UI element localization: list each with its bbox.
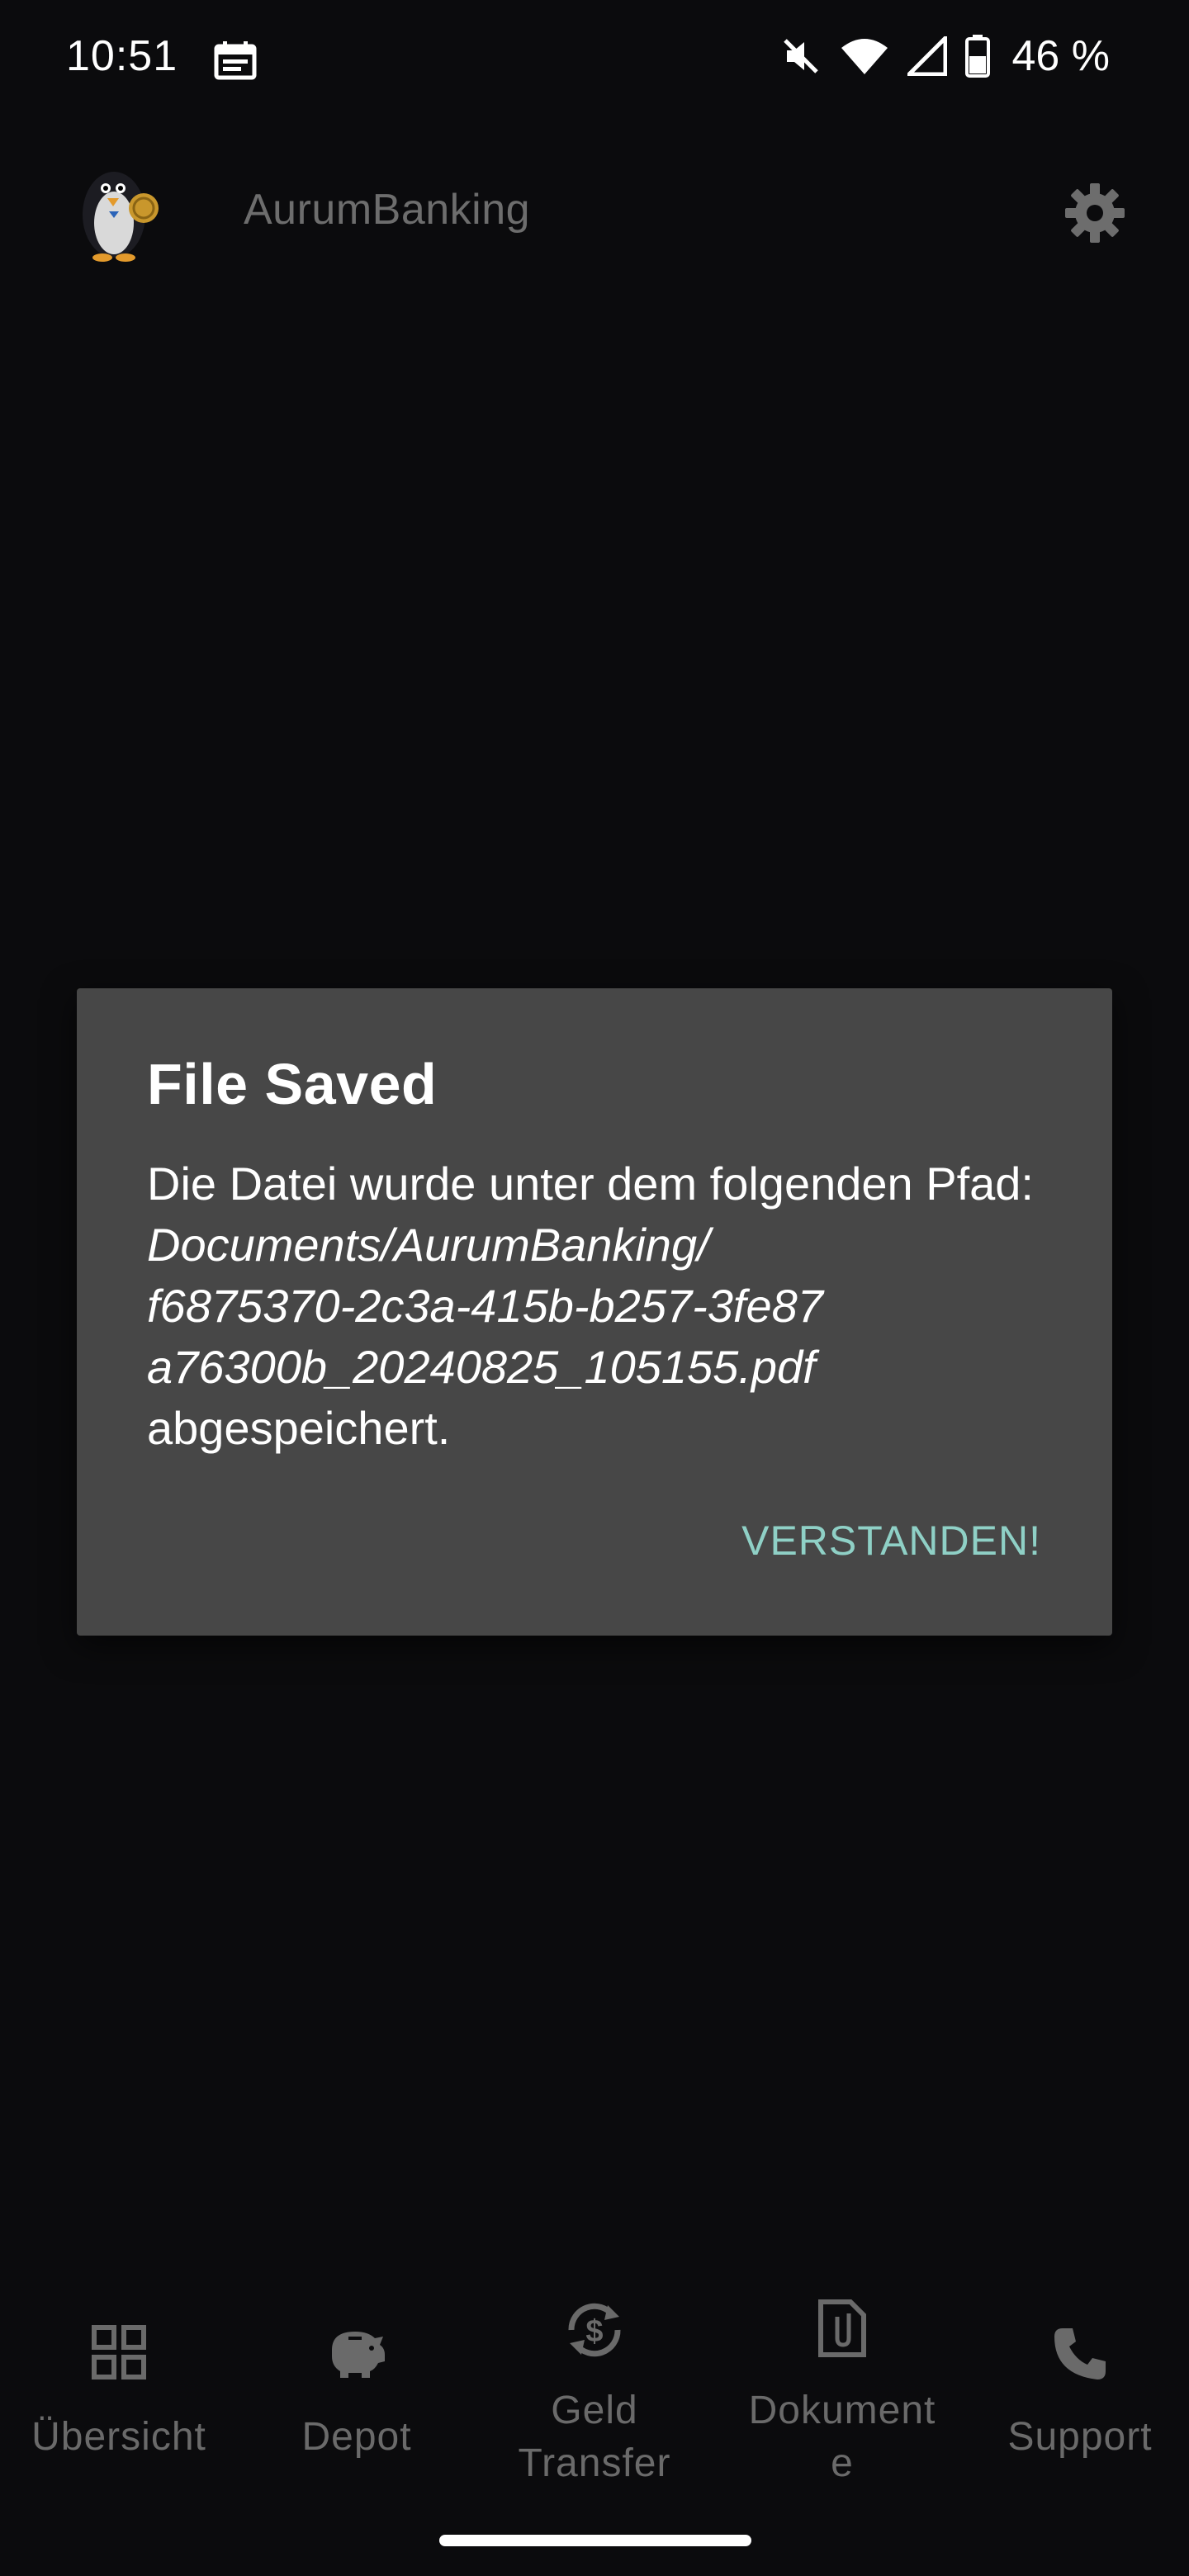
nav-label-uebersicht: Übersicht — [31, 2415, 206, 2459]
dialog-message: Die Datei wurde unter dem folgenden Pfad… — [147, 1153, 1055, 1459]
file-saved-dialog: File Saved Die Datei wurde unter dem fol… — [77, 988, 1112, 1636]
nav-label-depot: Depot — [301, 2415, 412, 2459]
home-indicator[interactable] — [439, 2535, 751, 2546]
nav-label-dokumente-line-1: Dokument — [748, 2389, 936, 2432]
status-bar: 10:51 46 % — [0, 0, 1189, 124]
calendar-icon — [214, 41, 257, 80]
app-title: AurumBanking — [244, 186, 531, 234]
nav-item-depot[interactable]: Depot — [238, 2287, 476, 2502]
phone-icon — [1054, 2328, 1106, 2379]
nav-label-dokumente-line-2: e — [831, 2441, 854, 2485]
signal-icon — [907, 36, 948, 76]
battery-icon — [965, 35, 991, 78]
verstanden-button[interactable]: VERSTANDEN! — [741, 1517, 1041, 1565]
status-time: 10:51 — [66, 32, 178, 80]
mute-icon — [784, 39, 819, 73]
penguin-logo-icon — [83, 172, 159, 262]
nav-item-dokumente[interactable]: Dokument e — [723, 2287, 961, 2502]
nav-label-geld-transfer-line-2: Transfer — [518, 2441, 671, 2485]
nav-item-support[interactable]: Support — [961, 2287, 1189, 2502]
piggy-bank-icon — [332, 2332, 385, 2378]
file-path-line-1: Documents/AurumBanking/ — [147, 1219, 710, 1271]
wifi-icon — [841, 39, 888, 74]
nav-item-geld-transfer[interactable]: $ Geld Transfer — [476, 2287, 713, 2502]
nav-item-uebersicht[interactable]: Übersicht — [0, 2287, 238, 2502]
status-icons: 46 % — [780, 31, 1110, 81]
bottom-navigation: Übersicht Depot $ Geld Transfer Dokument… — [0, 2287, 1189, 2502]
app-bar: AurumBanking — [0, 140, 1189, 281]
nav-label-geld-transfer-line-1: Geld — [551, 2389, 638, 2432]
file-path-line-2: f6875370-2c3a-415b-b257-3fe87 — [147, 1280, 823, 1332]
screen: 10:51 46 % AurumBanking File Saved Die D… — [0, 0, 1189, 2576]
gear-icon[interactable] — [1063, 182, 1126, 244]
dialog-message-suffix: abgespeichert. — [147, 1402, 451, 1454]
document-icon — [818, 2299, 866, 2357]
nav-label-support: Support — [1007, 2415, 1153, 2459]
dialog-title: File Saved — [147, 1052, 438, 1116]
dialog-message-prefix: Die Datei wurde unter dem folgenden Pfad… — [147, 1158, 1034, 1210]
file-path-line-3: a76300b_20240825_105155.pdf — [147, 1341, 816, 1393]
grid-icon — [92, 2325, 146, 2379]
svg-text:$: $ — [585, 2314, 603, 2349]
battery-percentage: 46 % — [1011, 32, 1110, 80]
money-transfer-icon: $ — [568, 2303, 621, 2357]
